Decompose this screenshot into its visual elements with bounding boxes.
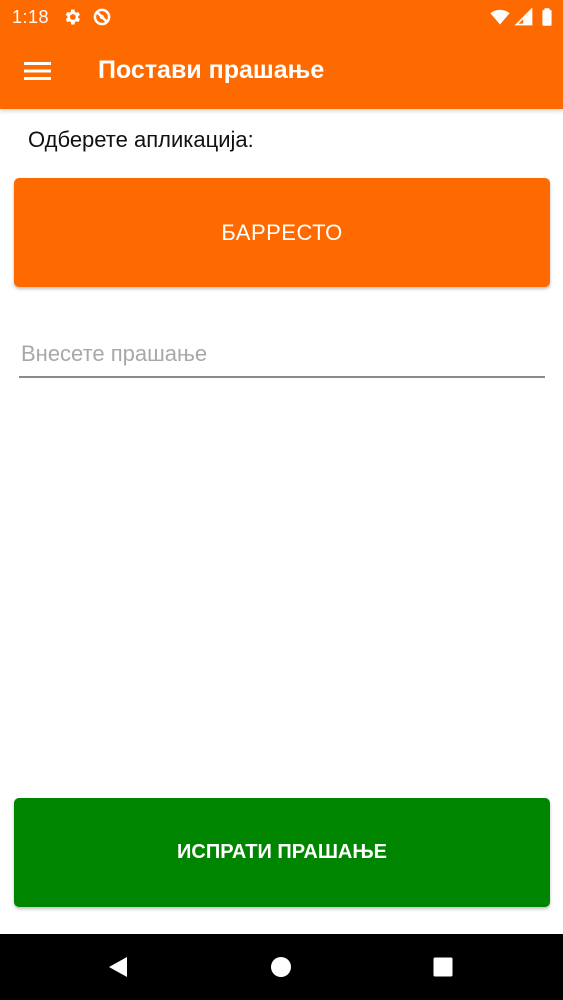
- page-title: Постави прашање: [98, 56, 325, 84]
- back-icon[interactable]: [106, 954, 132, 980]
- wifi-icon: [490, 9, 510, 25]
- home-icon[interactable]: [268, 954, 294, 980]
- signal-icon: [514, 7, 533, 26]
- recents-icon[interactable]: [430, 954, 456, 980]
- app-select-button[interactable]: БАРРЕСТО: [14, 178, 550, 287]
- choose-app-label: Одберете апликација:: [28, 127, 254, 152]
- no-disturb-icon: [93, 8, 111, 26]
- app-bar: Постави прашање: [0, 34, 563, 109]
- status-time: 1:18: [12, 7, 50, 27]
- status-bar: 1:18: [0, 0, 563, 34]
- battery-icon: [542, 8, 552, 26]
- settings-icon: [65, 9, 80, 25]
- question-input[interactable]: [19, 332, 545, 378]
- send-question-button[interactable]: ИСПРАТИ ПРАШАЊЕ: [14, 798, 550, 907]
- hamburger-menu-icon[interactable]: [22, 57, 54, 85]
- navigation-bar: [0, 934, 563, 1000]
